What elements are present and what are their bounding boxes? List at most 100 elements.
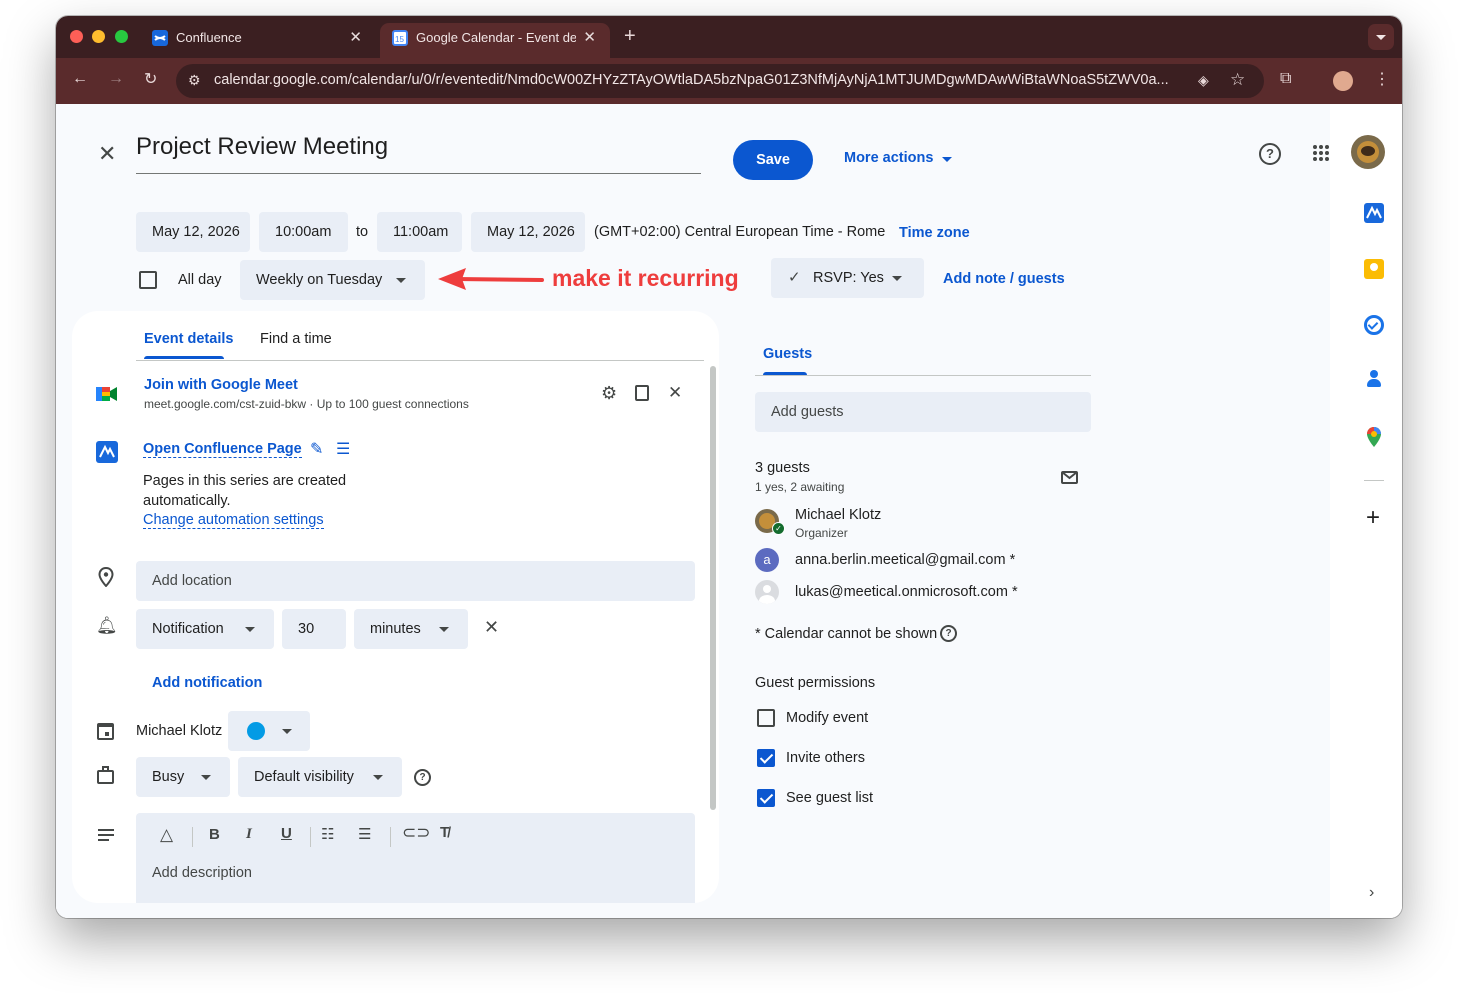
chevron-down-icon (373, 775, 383, 780)
timezone-link[interactable]: Time zone (899, 225, 970, 241)
confluence-description-line2: automatically. (143, 493, 231, 509)
permission-label: Modify event (786, 710, 869, 726)
add-note-guests-link[interactable]: Add note / guests (943, 271, 1065, 287)
email-guests-icon[interactable] (1061, 471, 1078, 484)
pencil-icon[interactable]: ✎ (310, 439, 323, 459)
address-bar[interactable]: ⚙ calendar.google.com/calendar/u/0/r/eve… (176, 64, 1264, 98)
minimize-window-button[interactable] (92, 30, 105, 43)
modify-event-checkbox[interactable] (757, 709, 775, 727)
invite-others-checkbox[interactable] (757, 749, 775, 767)
maps-icon[interactable] (1365, 426, 1383, 453)
chevron-right-icon[interactable]: › (1369, 884, 1374, 902)
join-meet-link[interactable]: Join with Google Meet (144, 377, 298, 393)
rsvp-dropdown[interactable]: ✓ RSVP: Yes (771, 258, 924, 298)
help-icon[interactable]: ? (414, 769, 431, 786)
open-confluence-link[interactable]: Open Confluence Page (143, 441, 302, 458)
site-settings-icon[interactable]: ⚙ (188, 72, 201, 89)
sidebar-panel-icon[interactable]: ☰ (336, 439, 350, 459)
tab-guests[interactable]: Guests (763, 346, 812, 362)
reload-icon[interactable]: ↻ (144, 69, 157, 89)
tab-event-details[interactable]: Event details (144, 331, 233, 347)
add-guests-input[interactable]: Add guests (755, 392, 1091, 432)
event-title[interactable]: Project Review Meeting (136, 133, 388, 161)
tasks-icon[interactable] (1364, 315, 1384, 335)
back-icon[interactable]: ← (72, 70, 88, 88)
bold-icon[interactable]: B (209, 826, 220, 843)
notification-unit-dropdown[interactable]: minutes (354, 609, 468, 649)
google-drive-icon[interactable]: △ (160, 825, 173, 845)
notification-type-dropdown[interactable]: Notification (136, 609, 274, 649)
tab-search-button[interactable] (1368, 24, 1394, 50)
help-icon[interactable]: ? (1259, 143, 1281, 165)
numbered-list-icon[interactable]: ☷ (321, 825, 334, 843)
more-actions-button[interactable]: More actions (844, 150, 933, 166)
guest-permissions-title: Guest permissions (755, 675, 876, 691)
forward-icon[interactable]: → (108, 70, 124, 88)
availability-dropdown[interactable]: Busy (136, 757, 230, 797)
side-panel-divider (1364, 480, 1384, 481)
keep-icon[interactable] (1364, 259, 1384, 279)
calendar-color-dropdown[interactable] (228, 711, 310, 751)
bookmark-star-icon[interactable]: ☆ (1230, 70, 1245, 90)
bell-icon: 🔔︎ (96, 616, 118, 635)
description-placeholder: Add description (152, 865, 252, 881)
browser-menu-icon[interactable]: ⋮ (1374, 69, 1390, 89)
location-input[interactable]: Add location (136, 561, 695, 601)
start-time-field[interactable]: 10:00am (259, 212, 348, 252)
description-editor[interactable]: △ B I U ☷ ☰ ⊂⊃ T̸ Add description (136, 813, 695, 903)
add-notification-button[interactable]: Add notification (152, 675, 262, 691)
rsvp-value: RSVP: Yes (813, 270, 884, 286)
help-icon[interactable]: ? (940, 625, 957, 642)
add-addon-icon[interactable]: + (1366, 504, 1380, 532)
meet-subtitle: meet.google.com/cst-zuid-bkw · Up to 100… (144, 397, 469, 411)
link-icon[interactable]: ⊂⊃ (402, 823, 431, 843)
account-avatar[interactable] (1351, 135, 1385, 169)
close-tab-icon[interactable]: ✕ (349, 28, 362, 46)
location-pin-icon (98, 566, 114, 592)
clear-formatting-icon[interactable]: T̸ (440, 824, 449, 841)
remove-notification-icon[interactable]: ✕ (484, 617, 499, 638)
calendar-note: * Calendar cannot be shown (755, 626, 938, 642)
underline-icon[interactable]: U (281, 825, 292, 842)
save-button[interactable]: Save (733, 140, 813, 180)
contacts-icon[interactable] (1367, 370, 1381, 387)
end-date-field[interactable]: May 12, 2026 (471, 212, 585, 252)
italic-icon[interactable]: I (246, 826, 252, 843)
all-day-checkbox[interactable] (139, 271, 157, 289)
accepted-check-icon: ✓ (772, 522, 785, 535)
tab-find-a-time[interactable]: Find a time (260, 331, 332, 347)
svg-text:15: 15 (395, 35, 404, 44)
all-day-label: All day (178, 272, 222, 288)
confluence-addon-icon[interactable] (1364, 203, 1384, 223)
more-actions-caret-icon (942, 157, 952, 162)
extensions-icon[interactable]: ⧉ (1280, 70, 1291, 88)
recurrence-dropdown[interactable]: Weekly on Tuesday (240, 260, 425, 300)
browser-toolbar: ← → ↻ ⚙ calendar.google.com/calendar/u/0… (56, 58, 1402, 104)
close-icon[interactable]: ✕ (668, 383, 682, 403)
guest-name: anna.berlin.meetical@gmail.com * (795, 552, 1016, 568)
tab-google-calendar[interactable]: 15 Google Calendar - Event deta ✕ (380, 23, 610, 58)
notification-value-input[interactable]: 30 (282, 609, 346, 649)
see-guest-list-checkbox[interactable] (757, 789, 775, 807)
end-time-field[interactable]: 11:00am (377, 212, 462, 252)
close-icon[interactable]: ✕ (98, 141, 116, 167)
copy-icon[interactable] (635, 385, 649, 401)
apps-grid-icon[interactable] (1312, 144, 1330, 162)
zoom-window-button[interactable] (115, 30, 128, 43)
chevron-down-icon (396, 278, 406, 283)
to-label: to (356, 224, 369, 240)
change-automation-link[interactable]: Change automation settings (143, 512, 324, 529)
bulleted-list-icon[interactable]: ☰ (358, 825, 371, 843)
visibility-dropdown[interactable]: Default visibility (238, 757, 402, 797)
close-tab-icon[interactable]: ✕ (583, 28, 596, 46)
visibility-value: Default visibility (254, 769, 354, 785)
gear-icon[interactable]: ⚙ (601, 383, 617, 404)
close-window-button[interactable] (70, 30, 83, 43)
tab-confluence[interactable]: Confluence ✕ (140, 23, 376, 58)
guest-name: lukas@meetical.onmicrosoft.com * (795, 584, 1018, 600)
start-date-field[interactable]: May 12, 2026 (136, 212, 250, 252)
profile-avatar[interactable] (1333, 71, 1353, 91)
lens-icon[interactable]: ◈ (1198, 72, 1209, 89)
scrollbar[interactable] (710, 366, 716, 810)
new-tab-icon[interactable]: + (624, 25, 636, 48)
